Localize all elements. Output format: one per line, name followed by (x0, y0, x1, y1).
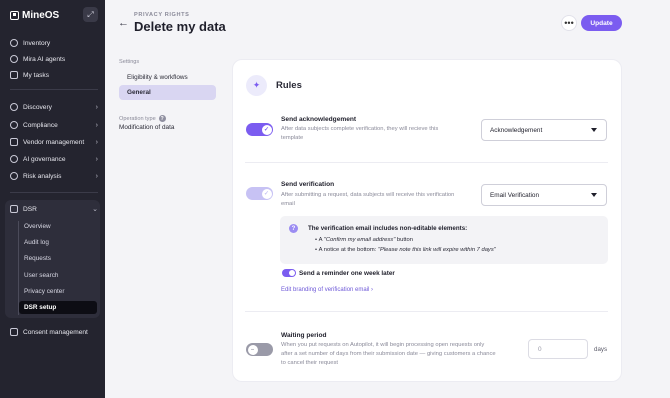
vendor-icon (10, 138, 18, 146)
sidebar-item-ai-governance[interactable]: AI governance › (10, 152, 98, 166)
sidebar-item-vendor-management[interactable]: Vendor management › (10, 135, 98, 149)
sidebar-divider (10, 89, 98, 90)
caret-down-icon (591, 193, 597, 197)
tasks-icon (10, 71, 18, 79)
sidebar-item-mira-ai-agents[interactable]: Mira AI agents (10, 52, 98, 66)
sidebar-divider (10, 192, 98, 193)
waiting-period-title: Waiting period (281, 332, 327, 339)
more-options-button[interactable]: ••• (561, 15, 577, 31)
acknowledgement-title: Send acknowledgement (281, 116, 357, 123)
check-icon: ✓ (261, 124, 272, 135)
operation-type-label: Operation type ? (119, 115, 166, 122)
waiting-period-toggle[interactable]: – (246, 343, 273, 356)
update-button[interactable]: Update (581, 15, 622, 31)
sidebar: MineOS ⤢ Inventory Mira AI agents My tas… (0, 0, 105, 398)
consent-icon (10, 328, 18, 336)
sidebar-item-my-tasks[interactable]: My tasks (10, 68, 98, 82)
chevron-right-icon: › (95, 121, 98, 129)
acknowledgement-toggle[interactable]: ✓ (246, 123, 273, 136)
help-icon[interactable]: ? (158, 115, 166, 122)
reminder-label: Send a reminder one week later (299, 270, 395, 277)
sparkle-icon (10, 55, 18, 63)
verification-desc-line1: After submitting a request, data subject… (281, 192, 455, 198)
sidebar-item-user-search[interactable]: User search (19, 269, 97, 282)
compliance-icon (10, 121, 18, 129)
sidebar-item-consent-management[interactable]: Consent management (10, 325, 98, 339)
sidebar-item-privacy-center[interactable]: Privacy center (19, 285, 97, 298)
dsr-icon (10, 205, 18, 213)
notice-bullet-1: • A "Confirm my email address" button (315, 237, 413, 243)
chevron-right-icon: › (95, 138, 98, 146)
sidebar-item-requests[interactable]: Requests (19, 252, 97, 265)
question-icon: ? (289, 224, 298, 233)
sidebar-item-dsr-setup[interactable]: DSR setup (19, 301, 97, 314)
operation-type-value: Modification of data (119, 124, 175, 131)
ai-governance-icon (10, 155, 18, 163)
settings-item-general[interactable]: General (119, 85, 216, 100)
waiting-desc-line3: to cancel their request (281, 360, 339, 366)
sidebar-item-overview[interactable]: Overview (19, 220, 97, 233)
mineos-logo-icon (10, 10, 19, 20)
brand-logo[interactable]: MineOS ⤢ (10, 7, 98, 22)
check-icon: ✓ (261, 188, 272, 199)
acknowledgement-select[interactable]: Acknowledgement (481, 119, 607, 141)
notice-bullet-2: • A notice at the bottom: "Please note t… (315, 247, 496, 253)
chevron-down-icon: ⌄ (92, 206, 98, 213)
verification-toggle[interactable]: ✓ (246, 187, 273, 200)
chevron-right-icon: › (95, 172, 98, 180)
breadcrumb: PRIVACY RIGHTS (134, 12, 190, 18)
back-arrow-icon[interactable]: ← (118, 17, 129, 29)
notice-title: The verification email includes non-edit… (308, 225, 468, 232)
sidebar-item-risk-analysis[interactable]: Risk analysis › (10, 169, 98, 183)
section-divider (245, 162, 608, 163)
sidebar-item-dsr[interactable]: DSR ⌄ (10, 202, 98, 216)
acknowledgement-desc-line2: template (281, 135, 304, 141)
waiting-desc-line1: When you put requests on Autopilot, it w… (281, 342, 485, 348)
brand-name: MineOS (22, 9, 60, 21)
verification-select[interactable]: Email Verification (481, 184, 607, 206)
verification-title: Send verification (281, 181, 335, 188)
page-title: Delete my data (134, 19, 226, 34)
acknowledgement-desc-line1: After data subjects complete verificatio… (281, 126, 439, 132)
chevron-right-icon: › (95, 155, 98, 163)
edit-branding-link[interactable]: Edit branding of verification email › (281, 287, 373, 293)
days-unit-label: days (594, 346, 608, 353)
sparkle-icon: ✦ (246, 75, 267, 96)
waiting-days-input[interactable]: 0 (528, 339, 588, 359)
section-divider (245, 311, 608, 312)
reminder-toggle[interactable] (282, 269, 296, 277)
sidebar-item-compliance[interactable]: Compliance › (10, 118, 98, 132)
inventory-icon (10, 39, 18, 47)
settings-label: Settings (119, 59, 140, 65)
risk-icon (10, 172, 18, 180)
minus-icon: – (247, 344, 258, 355)
sidebar-item-inventory[interactable]: Inventory (10, 36, 98, 50)
discovery-icon (10, 103, 18, 111)
rules-title: Rules (276, 80, 302, 91)
settings-item-eligibility[interactable]: Eligibility & workflows (119, 70, 216, 85)
verification-desc-line2: email (281, 201, 295, 207)
sidebar-item-audit-log[interactable]: Audit log (19, 236, 97, 249)
waiting-desc-line2: after a set number of days from their su… (281, 351, 496, 357)
sidebar-item-discovery[interactable]: Discovery › (10, 100, 98, 114)
caret-down-icon (591, 128, 597, 132)
chevron-right-icon: › (95, 103, 98, 111)
collapse-sidebar-button[interactable]: ⤢ (83, 7, 98, 22)
